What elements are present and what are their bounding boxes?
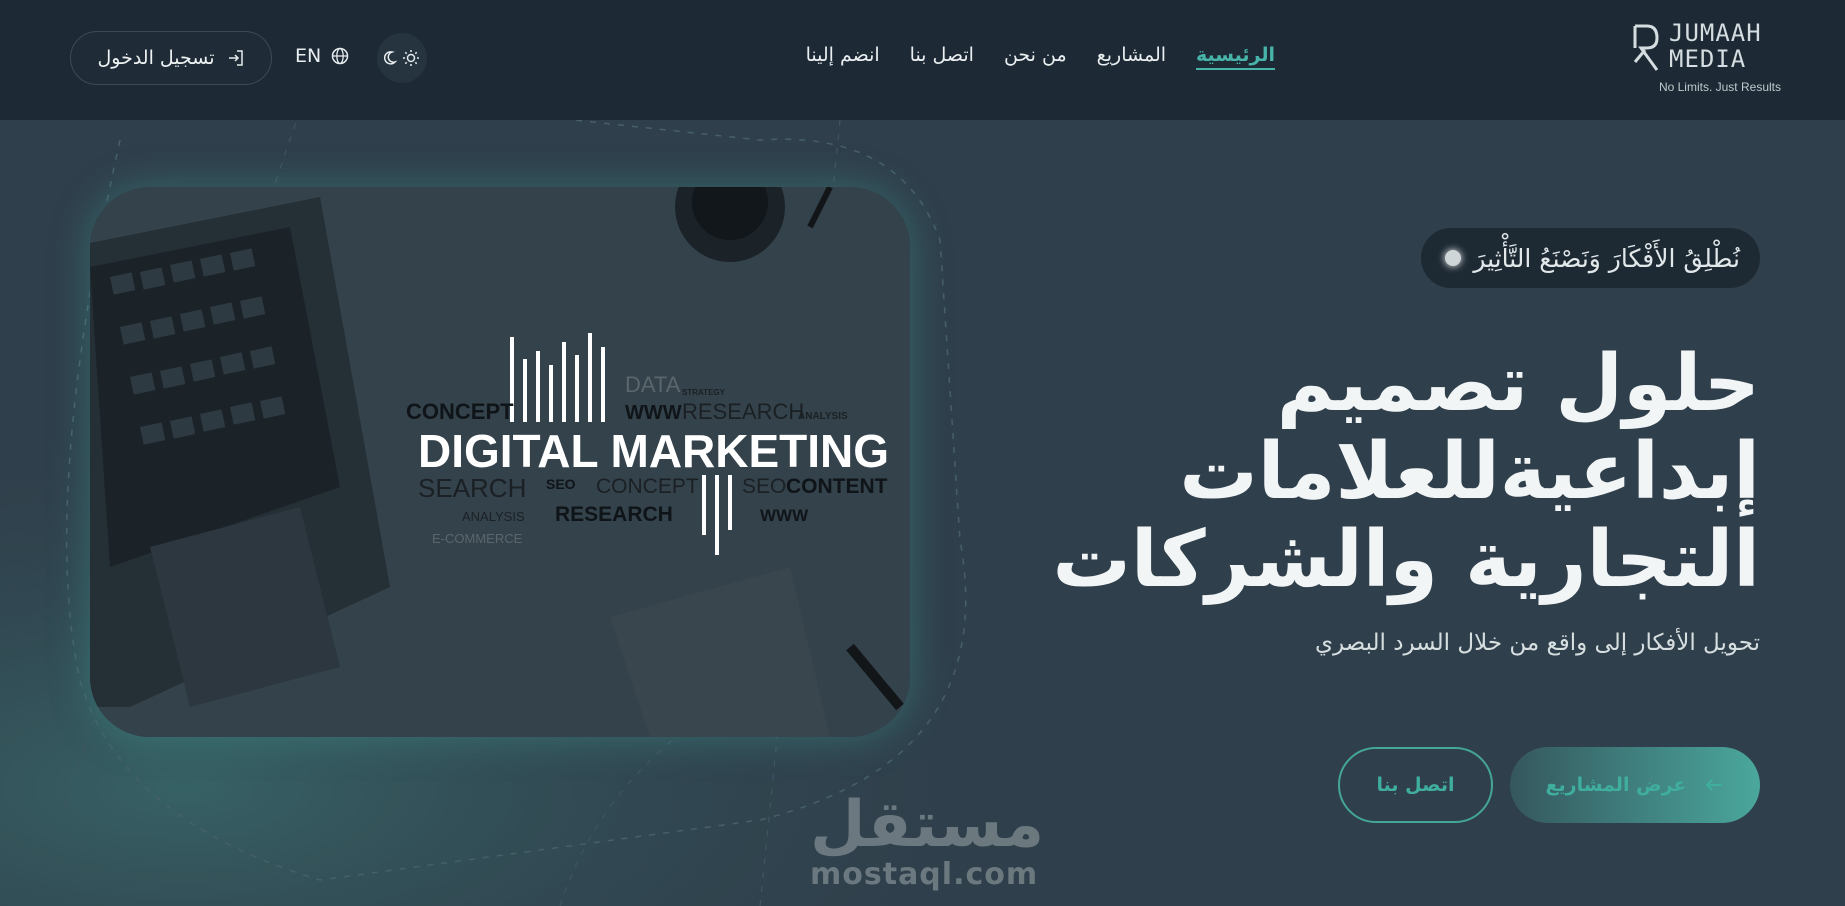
logo-mark-icon — [1633, 24, 1659, 71]
theme-toggle[interactable] — [377, 33, 427, 83]
watermark: مستقل mostaql.com — [810, 788, 1045, 892]
watermark-arabic: مستقل — [810, 788, 1045, 862]
contact-us-button[interactable]: اتصل بنا — [1338, 747, 1493, 823]
brand-logo[interactable]: JUMAAH MEDIA No Limits. Just Results — [1631, 18, 1781, 98]
view-projects-label: عرض المشاريع — [1545, 774, 1687, 796]
sun-icon — [403, 50, 419, 66]
login-icon — [228, 50, 243, 66]
language-switcher[interactable]: EN — [295, 45, 349, 67]
login-label: تسجيل الدخول — [97, 47, 215, 69]
nav-join[interactable]: انضم إلينا — [806, 44, 880, 70]
hero-badge: نُطْلِقُ الأَفْكَارَ وَنَصْنَعُ التَّأْث… — [1421, 228, 1760, 288]
language-label: EN — [295, 45, 322, 67]
word-concept-2: CONCEPT — [596, 475, 699, 498]
hero-title: حلول تصميم إبداعيةللعلامات التجارية والش… — [1040, 340, 1760, 604]
nav-home[interactable]: الرئيسية — [1196, 44, 1275, 70]
word-analysis-1: ANALYSIS — [798, 411, 848, 422]
word-ecommerce: E-COMMERCE — [432, 531, 523, 546]
top-navbar: JUMAAH MEDIA No Limits. Just Results الر… — [0, 0, 1845, 120]
word-strategy: STRATEGY — [682, 388, 726, 397]
hero-subtitle: تحويل الأفكار إلى واقع من خلال السرد الب… — [1314, 630, 1760, 656]
word-seo-1: SEO — [546, 476, 576, 492]
digital-marketing-illustration: CONCEPT DATA STRATEGY WWW RESEARCH ANALY… — [90, 187, 910, 737]
word-content: CONTENT — [786, 475, 888, 498]
image-headline: DIGITAL MARKETING — [418, 425, 889, 477]
brand-tagline: No Limits. Just Results — [1658, 80, 1781, 94]
globe-icon — [331, 47, 349, 65]
hero-title-line-3: التجارية والشركات — [1052, 515, 1760, 605]
brand-name-line2: MEDIA — [1669, 45, 1747, 73]
main-menu: الرئيسية المشاريع من نحن اتصل بنا انضم إ… — [806, 44, 1275, 70]
word-research-1: RESEARCH — [682, 399, 804, 424]
word-data: DATA — [625, 372, 681, 397]
hero-title-line-1: حلول تصميم — [1276, 339, 1760, 429]
hero-image: CONCEPT DATA STRATEGY WWW RESEARCH ANALY… — [90, 187, 910, 737]
nav-contact[interactable]: اتصل بنا — [910, 44, 974, 70]
word-search: SEARCH — [418, 473, 526, 503]
word-seo-2: SEO — [742, 475, 786, 498]
badge-dot-icon — [1445, 250, 1462, 266]
word-research-2: RESEARCH — [555, 503, 673, 526]
watermark-latin: mostaql.com — [810, 857, 1039, 892]
hero-title-line-2: إبداعيةللعلامات — [1179, 427, 1760, 517]
brand-name-line1: JUMAAH — [1669, 19, 1762, 47]
badge-text: نُطْلِقُ الأَفْكَارَ وَنَصْنَعُ التَّأْث… — [1473, 243, 1740, 273]
word-analysis-2: ANALYSIS — [462, 509, 525, 524]
word-www-1: WWW — [625, 402, 682, 424]
brand-name: JUMAAH MEDIA — [1669, 20, 1781, 72]
login-button[interactable]: تسجيل الدخول — [70, 31, 272, 85]
nav-about[interactable]: من نحن — [1004, 44, 1067, 70]
view-projects-button[interactable]: عرض المشاريع — [1510, 747, 1760, 823]
arrow-left-icon — [1706, 779, 1723, 791]
word-www-2: WWW — [760, 506, 809, 525]
moon-icon — [384, 51, 398, 65]
nav-projects[interactable]: المشاريع — [1097, 44, 1166, 70]
contact-us-label: اتصل بنا — [1376, 774, 1455, 796]
word-concept-1: CONCEPT — [406, 399, 514, 424]
